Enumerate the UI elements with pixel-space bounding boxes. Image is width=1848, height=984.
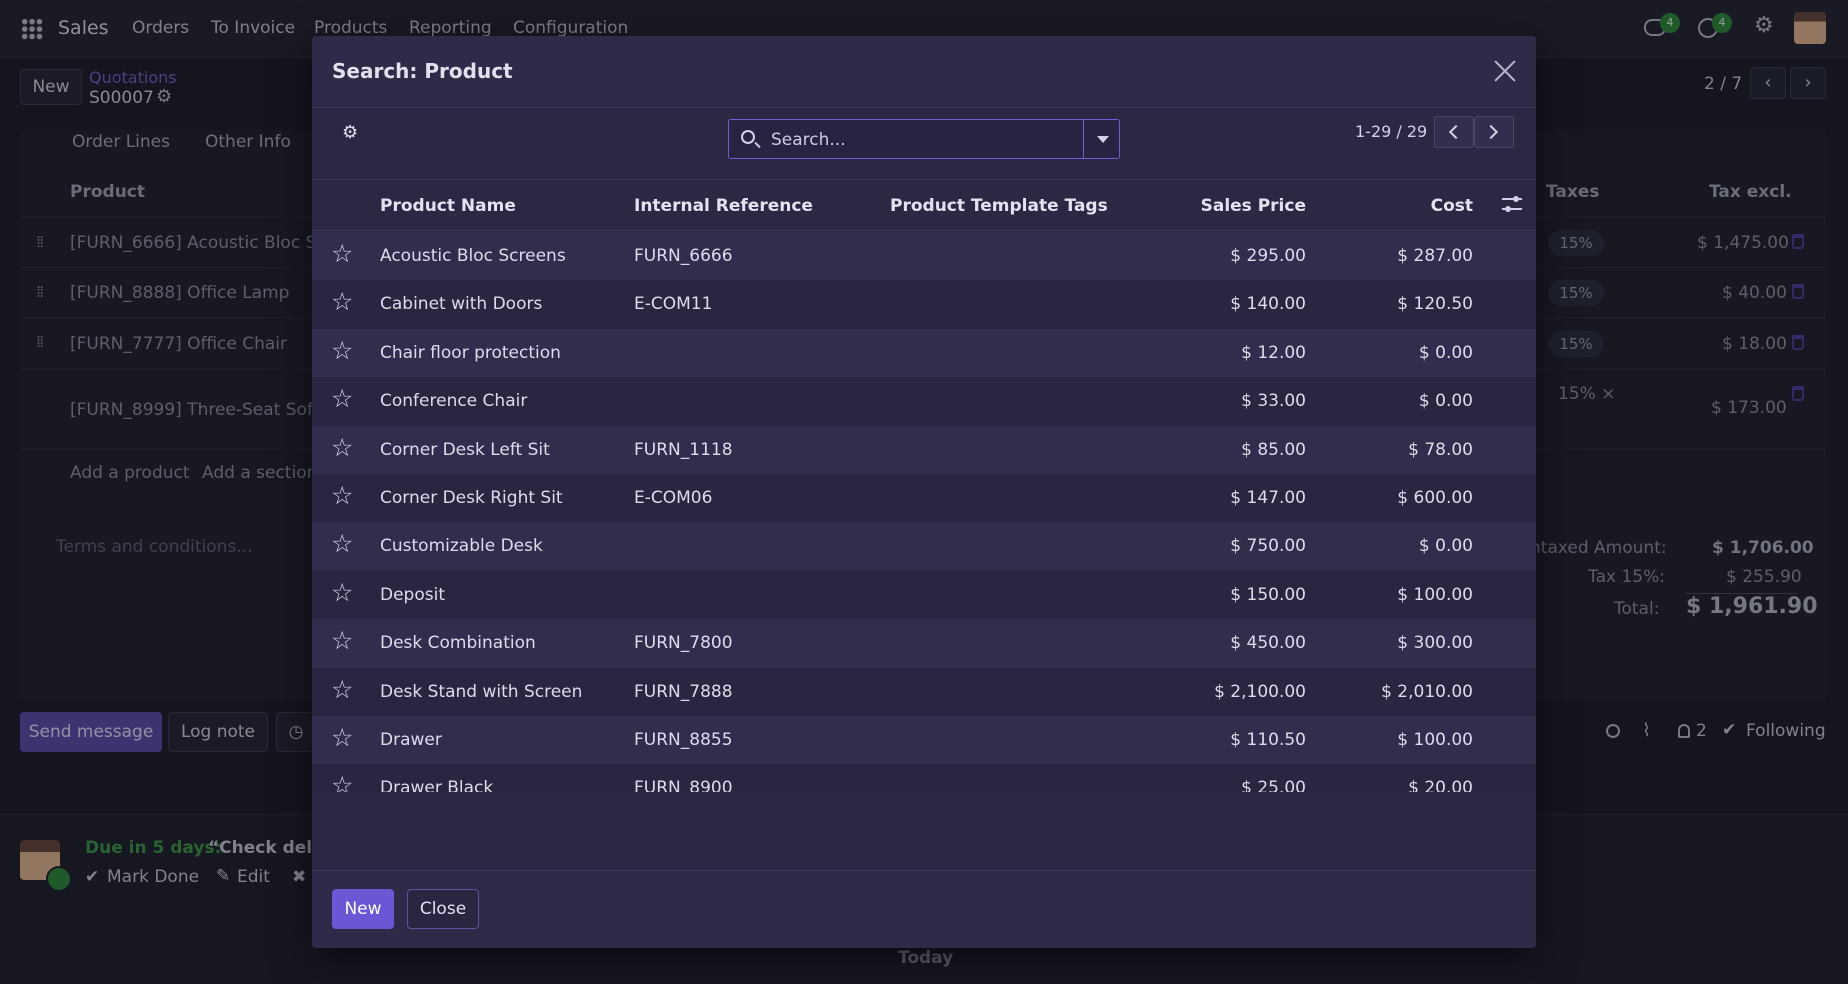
- search-panel: ⚙ 1-29 / 29: [312, 108, 1536, 180]
- table-header: Product Name Internal Reference Product …: [312, 181, 1536, 231]
- cost-cell: $ 20.00: [1408, 778, 1473, 792]
- table-row[interactable]: ☆ Desk Combination FURN_7800 $ 450.00 $ 300.…: [312, 619, 1536, 668]
- chevron-down-icon[interactable]: [1083, 119, 1120, 159]
- star-icon[interactable]: ☆: [331, 531, 353, 556]
- cost-cell: $ 0.00: [1418, 342, 1473, 363]
- product-name-cell: Cabinet with Doors: [380, 294, 543, 315]
- sales-price-cell: $ 2,100.00: [1214, 681, 1306, 702]
- star-icon[interactable]: ☆: [331, 725, 353, 750]
- cost-cell: $ 0.00: [1418, 536, 1473, 557]
- sales-price-cell: $ 450.00: [1230, 633, 1306, 654]
- table-row[interactable]: ☆ Chair floor protection $ 12.00 $ 0.00: [312, 328, 1536, 378]
- product-name-cell: Chair floor protection: [380, 342, 561, 363]
- column-product-name[interactable]: Product Name: [380, 196, 516, 216]
- column-sales-price[interactable]: Sales Price: [1201, 196, 1306, 216]
- table-row[interactable]: ☆ Customizable Desk $ 750.00 $ 0.00: [312, 522, 1536, 571]
- product-name-cell: Corner Desk Left Sit: [380, 439, 550, 460]
- star-icon[interactable]: ☆: [331, 773, 353, 792]
- product-name-cell: Corner Desk Right Sit: [380, 488, 563, 508]
- cost-cell: $ 120.50: [1397, 294, 1473, 315]
- internal-reference-cell: E-COM06: [634, 488, 713, 508]
- table-row[interactable]: ☆ Cabinet with Doors E-COM11 $ 140.00 $ 120.…: [312, 280, 1536, 329]
- cost-cell: $ 287.00: [1397, 246, 1473, 266]
- sales-price-cell: $ 295.00: [1230, 246, 1306, 266]
- pager-previous-button[interactable]: [1434, 116, 1474, 148]
- cost-cell: $ 100.00: [1397, 584, 1473, 605]
- column-internal-reference[interactable]: Internal Reference: [634, 196, 813, 216]
- star-icon[interactable]: ☆: [331, 483, 353, 508]
- cost-cell: $ 78.00: [1408, 439, 1473, 460]
- pager-value[interactable]: 1-29 / 29: [1355, 122, 1427, 141]
- table-row[interactable]: ☆ Deposit $ 150.00 $ 100.00: [312, 570, 1536, 620]
- search-product-dialog: Search: Product ⚙ 1-29 / 29 Product Name…: [312, 36, 1536, 948]
- sales-price-cell: $ 33.00: [1241, 391, 1306, 412]
- star-icon[interactable]: ☆: [331, 338, 353, 363]
- chevron-right-icon: [1483, 124, 1499, 140]
- product-name-cell: Customizable Desk: [380, 536, 543, 557]
- internal-reference-cell: FURN_7888: [634, 681, 733, 702]
- star-icon[interactable]: ☆: [331, 435, 353, 460]
- cost-cell: $ 2,010.00: [1381, 681, 1473, 702]
- star-icon[interactable]: ☆: [331, 241, 353, 266]
- column-cost[interactable]: Cost: [1431, 196, 1473, 216]
- table-row[interactable]: ☆ Conference Chair $ 33.00 $ 0.00: [312, 377, 1536, 426]
- product-list: ☆ Acoustic Bloc Screens FURN_6666 $ 295.00 $…: [312, 232, 1536, 792]
- star-icon[interactable]: ☆: [331, 628, 353, 653]
- search-input[interactable]: [771, 128, 1071, 152]
- gear-icon[interactable]: ⚙: [342, 122, 358, 143]
- star-icon[interactable]: ☆: [331, 580, 353, 605]
- product-name-cell: Deposit: [380, 584, 445, 605]
- cost-cell: $ 0.00: [1418, 391, 1473, 412]
- star-icon[interactable]: ☆: [331, 289, 353, 314]
- search-box: [728, 119, 1120, 159]
- close-icon[interactable]: [1492, 58, 1518, 84]
- column-settings-icon[interactable]: [1502, 195, 1522, 213]
- sales-price-cell: $ 85.00: [1241, 439, 1306, 460]
- internal-reference-cell: FURN_7800: [634, 633, 733, 654]
- cost-cell: $ 300.00: [1397, 633, 1473, 654]
- internal-reference-cell: FURN_1118: [634, 439, 733, 460]
- product-name-cell: Desk Combination: [380, 633, 536, 654]
- dialog-header: Search: Product: [312, 36, 1536, 108]
- table-row[interactable]: ☆ Corner Desk Left Sit FURN_1118 $ 85.00 $ 7…: [312, 425, 1536, 474]
- dialog-title: Search: Product: [332, 59, 513, 83]
- chevron-left-icon: [1448, 124, 1464, 140]
- table-row[interactable]: ☆ Desk Stand with Screen FURN_7888 $ 2,100.…: [312, 667, 1536, 716]
- table-row[interactable]: ☆ Drawer FURN_8855 $ 110.50 $ 100.00: [312, 716, 1536, 765]
- close-button[interactable]: Close: [407, 889, 479, 929]
- internal-reference-cell: FURN_8900: [634, 778, 733, 792]
- product-name-cell: Drawer: [380, 730, 442, 750]
- new-button[interactable]: New: [332, 889, 394, 929]
- star-icon[interactable]: ☆: [331, 386, 353, 411]
- column-product-template-tags[interactable]: Product Template Tags: [890, 196, 1108, 216]
- table-row[interactable]: ☆ Corner Desk Right Sit E-COM06 $ 147.00 $ 6…: [312, 474, 1536, 523]
- internal-reference-cell: FURN_8855: [634, 730, 733, 750]
- sales-price-cell: $ 140.00: [1230, 294, 1306, 315]
- internal-reference-cell: FURN_6666: [634, 246, 733, 266]
- sales-price-cell: $ 147.00: [1230, 488, 1306, 508]
- sales-price-cell: $ 25.00: [1241, 778, 1306, 792]
- search-icon: [741, 130, 755, 144]
- star-icon[interactable]: ☆: [331, 677, 353, 702]
- product-name-cell: Desk Stand with Screen: [380, 681, 583, 702]
- pager-next-button[interactable]: [1474, 116, 1514, 148]
- table-row[interactable]: ☆ Drawer Black FURN_8900 $ 25.00 $ 20.00: [312, 764, 1536, 792]
- cost-cell: $ 600.00: [1397, 488, 1473, 508]
- sales-price-cell: $ 12.00: [1241, 342, 1306, 363]
- sales-price-cell: $ 150.00: [1230, 584, 1306, 605]
- product-name-cell: Drawer Black: [380, 778, 494, 792]
- product-name-cell: Acoustic Bloc Screens: [380, 246, 566, 266]
- table-row[interactable]: ☆ Acoustic Bloc Screens FURN_6666 $ 295.00 $…: [312, 232, 1536, 281]
- internal-reference-cell: E-COM11: [634, 294, 713, 315]
- dialog-footer: New Close: [312, 870, 1536, 948]
- sales-price-cell: $ 110.50: [1230, 730, 1306, 750]
- cost-cell: $ 100.00: [1397, 730, 1473, 750]
- sales-price-cell: $ 750.00: [1230, 536, 1306, 557]
- product-name-cell: Conference Chair: [380, 391, 528, 412]
